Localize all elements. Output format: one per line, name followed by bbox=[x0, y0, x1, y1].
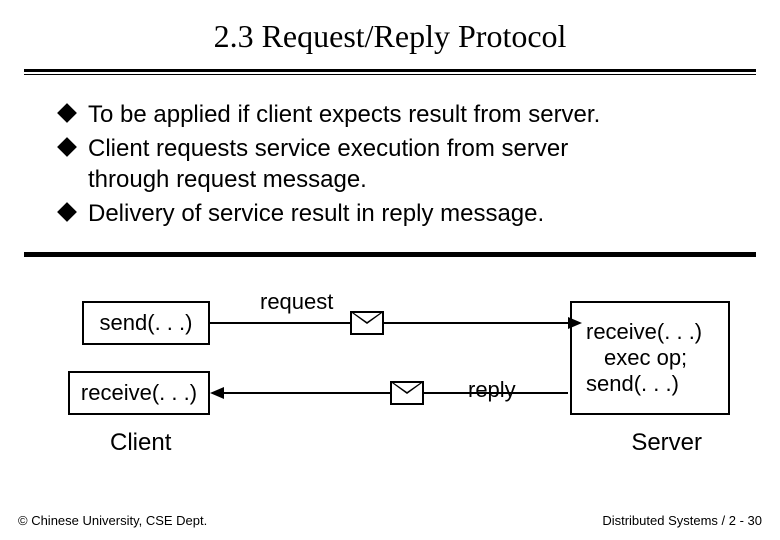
server-role-label: Server bbox=[631, 429, 702, 457]
envelope-icon bbox=[390, 381, 424, 405]
client-role-label: Client bbox=[110, 429, 171, 457]
footer-copyright: © Chinese University, CSE Dept. bbox=[18, 513, 207, 528]
bullet-text: Client requests service execution from s… bbox=[88, 135, 568, 162]
list-item: Delivery of service result in reply mess… bbox=[60, 198, 750, 230]
server-box: receive(. . .) exec op; send(. . .) bbox=[570, 301, 730, 415]
list-item-cont: through request message. bbox=[60, 164, 750, 196]
diamond-icon bbox=[57, 137, 77, 157]
client-receive-box: receive(. . .) bbox=[68, 371, 210, 415]
diamond-icon bbox=[57, 202, 77, 222]
list-item: Client requests service execution from s… bbox=[60, 133, 750, 165]
list-item: To be applied if client expects result f… bbox=[60, 99, 750, 131]
envelope-icon bbox=[350, 311, 384, 335]
box-text: send(. . .) bbox=[100, 310, 193, 336]
arrow-left-icon bbox=[210, 387, 224, 399]
box-text: receive(. . .) bbox=[81, 380, 197, 406]
box-text: send(. . .) bbox=[586, 371, 679, 397]
arrow-right-icon bbox=[568, 317, 582, 329]
bullet-text: To be applied if client expects result f… bbox=[88, 101, 600, 128]
footer-page: Distributed Systems / 2 - 30 bbox=[602, 513, 762, 528]
box-text: receive(. . .) bbox=[586, 319, 702, 345]
bullet-list: To be applied if client expects result f… bbox=[0, 75, 780, 246]
box-text: exec op; bbox=[586, 345, 687, 371]
protocol-diagram: send(. . .) receive(. . .) receive(. . .… bbox=[40, 283, 740, 453]
footer: © Chinese University, CSE Dept. Distribu… bbox=[18, 513, 762, 528]
diamond-icon bbox=[57, 103, 77, 123]
section-divider bbox=[24, 252, 756, 257]
client-send-box: send(. . .) bbox=[82, 301, 210, 345]
page-title: 2.3 Request/Reply Protocol bbox=[0, 0, 780, 69]
request-arrow bbox=[210, 322, 568, 324]
bullet-text: through request message. bbox=[88, 166, 367, 193]
request-label: request bbox=[260, 289, 333, 315]
reply-label: reply bbox=[468, 377, 516, 403]
bullet-text: Delivery of service result in reply mess… bbox=[88, 200, 544, 227]
